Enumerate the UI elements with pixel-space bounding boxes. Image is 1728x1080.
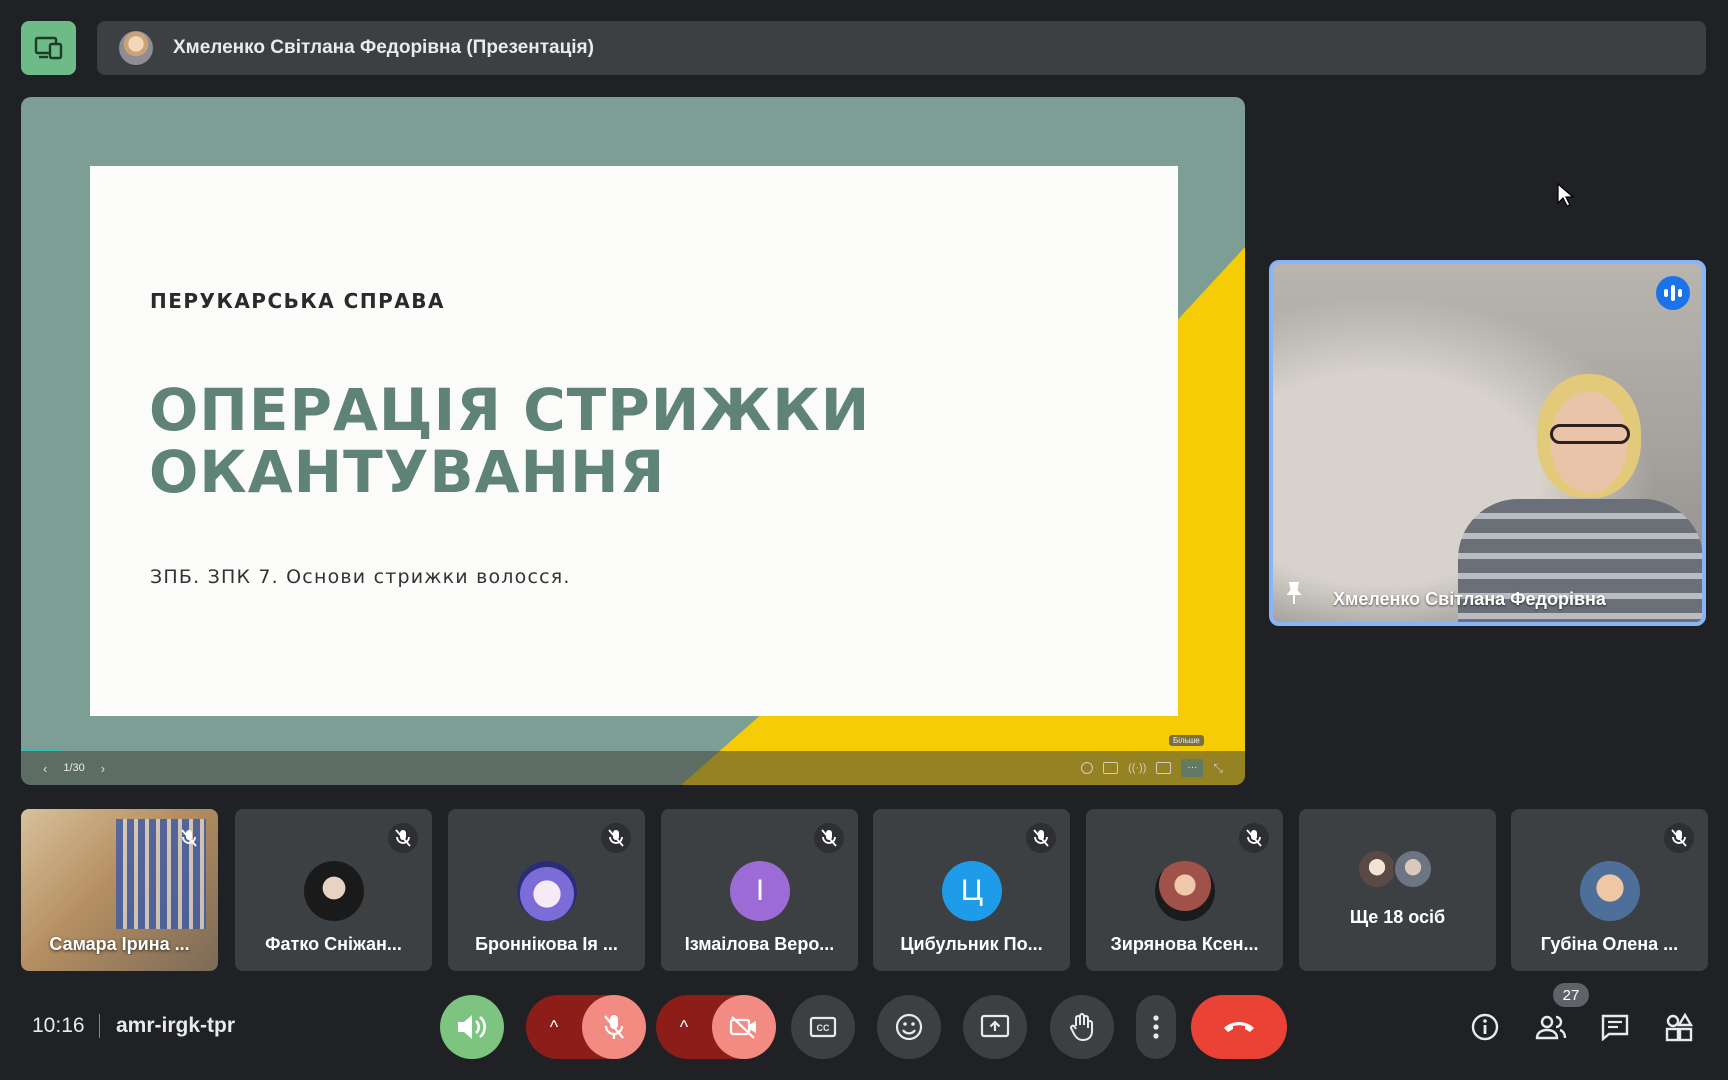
presentation-slide[interactable]: ПЕРУКАРСЬКА СПРАВА ОПЕРАЦІЯ СТРИЖКИ ОКАН… — [21, 97, 1245, 785]
slide-controls: ‹ 1/30 › ((·)) ··· ⤡ — [21, 751, 1245, 785]
more-options-icon[interactable]: ··· — [1181, 759, 1204, 777]
camera-toggle-button[interactable] — [712, 995, 776, 1059]
avatar: Ц — [942, 861, 1002, 921]
info-icon — [1471, 1013, 1499, 1041]
volume-icon — [458, 1015, 486, 1039]
audio-icon[interactable]: ((·)) — [1128, 762, 1146, 774]
people-icon — [1535, 1015, 1567, 1040]
more-participants-label: Ще 18 осіб — [1349, 907, 1446, 927]
zoom-icon[interactable] — [1081, 762, 1094, 774]
prev-slide-button[interactable]: ‹ — [43, 761, 47, 776]
pin-icon[interactable] — [1285, 580, 1303, 612]
exit-fullscreen-icon[interactable]: ⤡ — [1213, 761, 1223, 776]
slide-heading: ОПЕРАЦІЯ СТРИЖКИ ОКАНТУВАННЯ — [149, 376, 871, 506]
mic-off-icon — [601, 823, 631, 853]
activities-icon — [1665, 1012, 1694, 1042]
speaker-glasses — [1550, 424, 1630, 444]
more-participants-avatars — [1357, 849, 1441, 889]
meeting-time: 10:16 — [32, 1014, 85, 1037]
participant-tile[interactable]: Самара Ірина ... — [21, 809, 218, 971]
participant-tile[interactable]: І Ізмаілова Веро... — [661, 809, 858, 971]
mic-off-icon — [1664, 823, 1694, 853]
captions-icon: CC — [809, 1016, 837, 1038]
raise-hand-icon — [1070, 1013, 1093, 1042]
meeting-details-button[interactable] — [1465, 1007, 1505, 1047]
end-call-icon — [1224, 1022, 1254, 1032]
mic-off-icon — [1239, 823, 1269, 853]
slide-page-indicator: 1/30 — [63, 762, 85, 774]
participant-name: Губіна Олена ... — [1540, 934, 1679, 954]
participant-name: Ізмаілова Веро... — [684, 934, 835, 954]
raise-hand-button[interactable] — [1050, 995, 1114, 1059]
meeting-code: amr-irgk-tpr — [116, 1014, 236, 1037]
speaking-indicator-icon — [1656, 276, 1690, 310]
emoji-icon — [895, 1013, 923, 1041]
participant-tile[interactable]: Фатко Сніжан... — [235, 809, 432, 971]
avatar — [119, 31, 153, 65]
svg-text:CC: CC — [817, 1023, 830, 1033]
slide-kicker: ПЕРУКАРСЬКА СПРАВА — [150, 289, 445, 313]
speaker-name: Хмеленко Світлана Федорівна — [1333, 589, 1606, 609]
present-now-button[interactable] — [963, 995, 1027, 1059]
chevron-up-icon[interactable]: ^ — [656, 1017, 712, 1038]
mouse-cursor-icon — [1557, 182, 1574, 207]
participant-tile[interactable]: Броннікова Ія ... — [448, 809, 645, 971]
reactions-button[interactable] — [877, 995, 941, 1059]
mic-toggle-button[interactable] — [582, 995, 646, 1059]
next-slide-button[interactable]: › — [101, 761, 105, 776]
participant-name: Зирянова Ксен... — [1110, 934, 1259, 954]
presenter-title: Хмеленко Світлана Федорівна (Презентація… — [173, 37, 594, 58]
window-icon[interactable] — [1156, 762, 1172, 774]
avatar — [304, 861, 364, 921]
avatar — [1580, 861, 1640, 921]
chat-button[interactable] — [1595, 1007, 1635, 1047]
camera-controls[interactable]: ^ — [656, 995, 776, 1059]
more-vert-icon — [1153, 1015, 1159, 1039]
people-button[interactable] — [1531, 1007, 1571, 1047]
participant-name: Цибульник По... — [900, 934, 1043, 954]
more-options-button[interactable] — [1136, 995, 1176, 1059]
avatar: І — [730, 861, 790, 921]
people-count-badge: 27 — [1553, 983, 1589, 1007]
chevron-up-icon[interactable]: ^ — [526, 1017, 582, 1038]
captions-button[interactable]: CC — [791, 995, 855, 1059]
mic-off-icon — [1026, 823, 1056, 853]
participant-name: Фатко Сніжан... — [265, 934, 402, 954]
divider — [99, 1014, 100, 1038]
present-now-icon — [980, 1014, 1010, 1038]
participant-tile[interactable]: Губіна Олена ... — [1511, 809, 1708, 971]
slide-subtitle: ЗПБ. ЗПК 7. Основи стрижки волосся. — [150, 566, 571, 588]
chat-icon — [1601, 1014, 1629, 1041]
participant-name: Самара Ірина ... — [49, 934, 190, 954]
camera-off-icon — [729, 1016, 756, 1039]
avatar — [1155, 861, 1215, 921]
avatar — [517, 861, 577, 921]
activities-button[interactable] — [1659, 1007, 1699, 1047]
participant-tile[interactable]: Ц Цибульник По... — [873, 809, 1070, 971]
present-layout-button[interactable] — [21, 21, 76, 75]
end-call-button[interactable] — [1191, 995, 1287, 1059]
more-tooltip: Більше — [1169, 735, 1204, 746]
mic-off-icon — [814, 823, 844, 853]
mic-off-icon — [174, 823, 204, 853]
mic-off-icon — [604, 1015, 624, 1039]
present-screen-icon — [34, 36, 62, 60]
participant-tile[interactable]: Зирянова Ксен... — [1086, 809, 1283, 971]
speaker-output-button[interactable] — [440, 995, 504, 1059]
presenter-bar[interactable]: Хмеленко Світлана Федорівна (Презентація… — [97, 21, 1706, 75]
speaker-tile[interactable]: Хмеленко Світлана Федорівна — [1269, 260, 1706, 626]
participant-name: Броннікова Ія ... — [475, 934, 618, 954]
more-participants-tile[interactable]: Ще 18 осіб — [1299, 809, 1496, 971]
keyboard-icon[interactable] — [1103, 762, 1119, 774]
mic-off-icon — [388, 823, 418, 853]
mic-controls[interactable]: ^ — [526, 995, 646, 1059]
